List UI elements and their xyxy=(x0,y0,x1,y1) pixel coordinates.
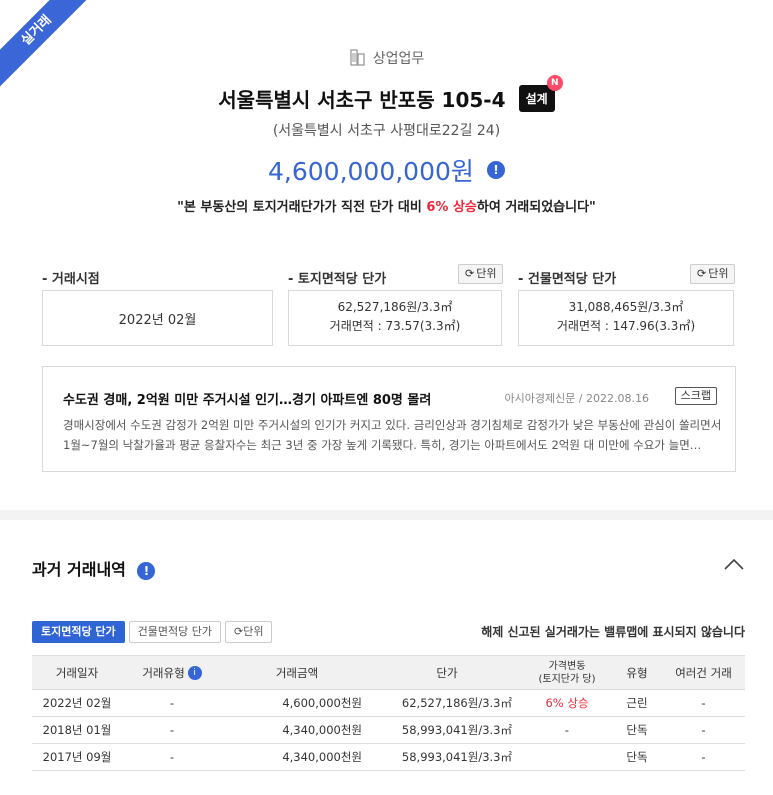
category-label: 상업업무 xyxy=(372,51,425,67)
col-type: 거래유형 i xyxy=(122,655,222,690)
cell-kind: 단독 xyxy=(612,743,662,771)
cell-multi: - xyxy=(662,743,745,771)
table-row: 2018년 01월 - 4,340,000천원 58,993,041원/3.3㎡… xyxy=(32,716,745,744)
col-type-label: 거래유형 xyxy=(142,665,185,680)
cell-change: - xyxy=(522,716,612,744)
building-area-value: 거래면적 : 147.96(3.3㎡) xyxy=(556,319,696,333)
news-body: 경매시장에서 수도권 감정가 2억원 미만 주거시설의 인기가 커지고 있다. … xyxy=(63,418,722,452)
col-change: 가격변동 (토지단가 당) xyxy=(522,655,612,690)
land-unit-button[interactable]: ⟳ 단위 xyxy=(458,264,504,284)
quote-after: 하여 거래되었습니다" xyxy=(476,200,596,215)
chevron-up-icon[interactable] xyxy=(723,554,745,576)
news-card[interactable]: 수도권 경매, 2억원 미만 주거시설 인기…경기 아파트엔 80명 몰려 아시… xyxy=(42,366,736,472)
ribbon-label: 실거래 xyxy=(0,0,90,90)
transaction-card: 실거래 상업업무 서울특별시 서초구 반포동 105-4 설계 N (서울특별시… xyxy=(0,0,773,510)
col-date: 거래일자 xyxy=(32,655,122,690)
cell-type: - xyxy=(122,689,222,717)
history-tabs: 토지면적당 단가 건물면적당 단가 ⟳단위 xyxy=(32,620,276,643)
history-unit-label: 단위 xyxy=(243,625,264,638)
cell-unit-price: 62,527,186원/3.3㎡ xyxy=(372,689,522,717)
cell-change: 6% 상승 xyxy=(522,689,612,717)
new-badge: N xyxy=(546,75,563,91)
transaction-price: 4,600,000,000원 xyxy=(268,157,474,186)
history-title: 과거 거래내역 xyxy=(32,560,126,579)
tab-building-price[interactable]: 건물면적당 단가 xyxy=(128,621,222,643)
cell-date: 2022년 02월 xyxy=(32,689,122,717)
cell-change xyxy=(522,743,612,771)
building-unit-button[interactable]: ⟳ 단위 xyxy=(690,264,736,284)
col-kind: 유형 xyxy=(612,655,662,690)
info-icon[interactable]: ! xyxy=(137,561,156,580)
title-row: 서울특별시 서초구 반포동 105-4 설계 N xyxy=(0,75,773,113)
design-badge[interactable]: 설계 N xyxy=(518,75,563,112)
cell-type: - xyxy=(122,743,222,771)
col-change-label: 가격변동 xyxy=(548,660,586,672)
news-title[interactable]: 수도권 경매, 2억원 미만 주거시설 인기…경기 아파트엔 80명 몰려 xyxy=(63,389,431,408)
refresh-icon: ⟳ xyxy=(465,267,475,280)
table-row: 2017년 09월 - 4,340,000천원 58,993,041원/3.3㎡… xyxy=(32,743,745,771)
cell-unit-price: 58,993,041원/3.3㎡ xyxy=(372,743,522,771)
table-header-row: 거래일자 거래유형 i 거래금액 단가 가격변동 (토지단가 당) 유형 여러건 거… xyxy=(32,655,745,690)
history-card: 과거 거래내역 ! 토지면적당 단가 건물면적당 단가 ⟳단위 해제 신고된 실거래… xyxy=(0,520,773,795)
cell-kind: 근린 xyxy=(612,689,662,717)
building-price-label: - 건물면적당 단가 xyxy=(518,272,617,287)
land-price-value: 62,527,186원/3.3㎡ xyxy=(337,300,453,314)
date-label: - 거래시점 xyxy=(42,272,100,287)
refresh-icon: ⟳ xyxy=(697,267,707,280)
col-unit-price: 단가 xyxy=(372,655,522,690)
cell-amount: 4,340,000천원 xyxy=(222,716,372,744)
cell-multi: - xyxy=(662,716,745,744)
road-address: (서울특별시 서초구 사평대로22길 24) xyxy=(272,123,501,139)
info-icon[interactable]: i xyxy=(187,666,202,680)
building-icon xyxy=(349,48,367,70)
category-row: 상업업무 xyxy=(0,48,773,70)
cell-date: 2017년 09월 xyxy=(32,743,122,771)
property-title: 서울특별시 서초구 반포동 105-4 xyxy=(218,88,506,112)
col-change-sub: (토지단가 당) xyxy=(538,673,596,685)
scrap-button[interactable]: 스크랩 xyxy=(674,387,717,405)
land-price-box: 62,527,186원/3.3㎡ 거래면적 : 73.57(3.3㎡) xyxy=(288,290,502,346)
history-table: 거래일자 거래유형 i 거래금액 단가 가격변동 (토지단가 당) 유형 여러건 거… xyxy=(32,655,745,771)
history-notice: 해제 신고된 실거래가는 밸류맵에 표시되지 않습니다 xyxy=(481,625,745,639)
building-unit-label: 단위 xyxy=(708,267,729,280)
building-price-value: 31,088,465원/3.3㎡ xyxy=(568,300,684,314)
cell-unit-price: 58,993,041원/3.3㎡ xyxy=(372,716,522,744)
col-multi: 여러건 거래 xyxy=(662,655,745,690)
history-unit-button[interactable]: ⟳단위 xyxy=(225,621,273,643)
land-price-label: - 토지면적당 단가 xyxy=(288,272,387,287)
refresh-icon: ⟳ xyxy=(234,625,244,638)
quote-highlight: 6% 상승 xyxy=(426,200,477,215)
ribbon: 실거래 xyxy=(0,0,90,90)
info-icon[interactable]: ! xyxy=(487,161,505,179)
land-unit-label: 단위 xyxy=(476,267,497,280)
date-box: 2022년 02월 xyxy=(42,290,273,346)
cell-amount: 4,340,000천원 xyxy=(222,743,372,771)
cell-multi: - xyxy=(662,689,745,717)
table-row: 2022년 02월 - 4,600,000천원 62,527,186원/3.3㎡… xyxy=(32,689,745,717)
news-source: 아시아경제신문 / 2022.08.16 xyxy=(504,392,649,405)
price-change-quote: "본 부동산의 토지거래단가가 직전 단가 대비 6% 상승하여 거래되었습니다… xyxy=(0,196,773,215)
cell-kind: 단독 xyxy=(612,716,662,744)
cell-date: 2018년 01월 xyxy=(32,716,122,744)
land-area-value: 거래면적 : 73.57(3.3㎡) xyxy=(329,319,461,333)
date-value: 2022년 02월 xyxy=(118,313,197,328)
col-amount: 거래금액 xyxy=(222,655,372,690)
history-header: 과거 거래내역 ! xyxy=(32,556,156,580)
cell-amount: 4,600,000천원 xyxy=(222,689,372,717)
tab-land-price[interactable]: 토지면적당 단가 xyxy=(32,621,125,643)
building-price-box: 31,088,465원/3.3㎡ 거래면적 : 147.96(3.3㎡) xyxy=(518,290,734,346)
price-row: 4,600,000,000원 ! xyxy=(0,152,773,188)
quote-before: "본 부동산의 토지거래단가가 직전 단가 대비 xyxy=(177,200,427,215)
cell-type: - xyxy=(122,716,222,744)
design-badge-label: 설계 xyxy=(525,92,548,106)
